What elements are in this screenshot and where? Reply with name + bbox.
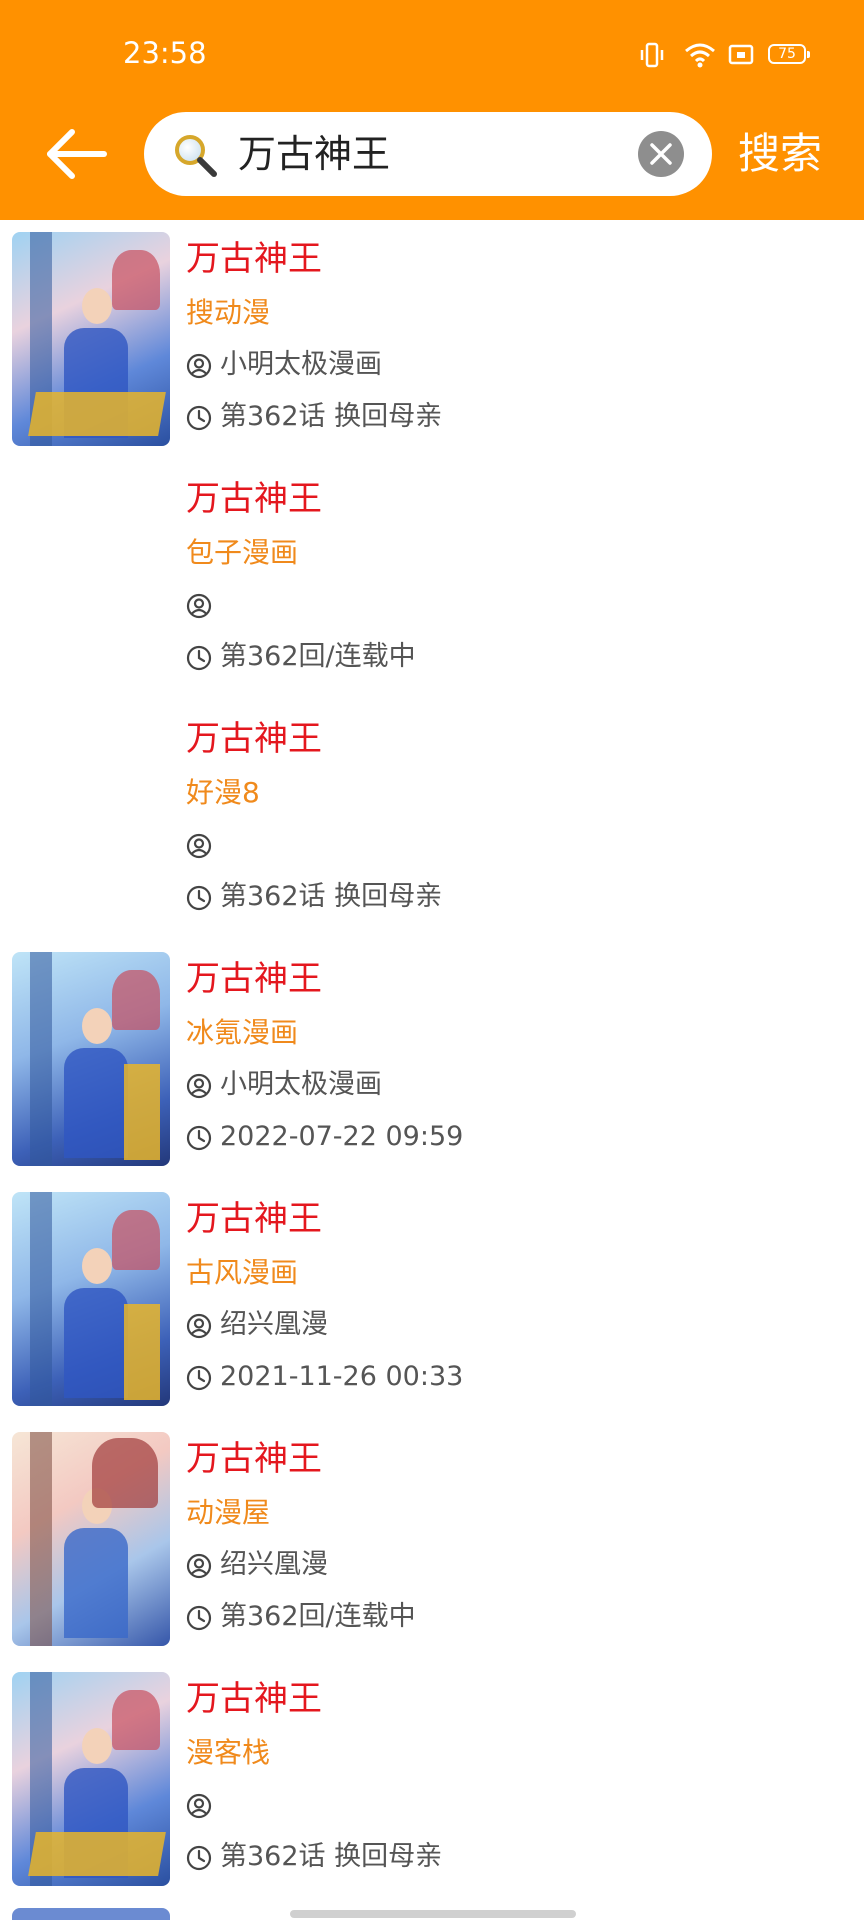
user-icon [186, 833, 212, 859]
clock-icon [186, 1365, 212, 1391]
result-item[interactable]: 万古神王 动漫屋 绍兴凰漫 第362回/连载中 [0, 1420, 864, 1660]
comic-cover-image[interactable] [12, 1432, 170, 1646]
comic-cover-image[interactable] [12, 1192, 170, 1406]
clock-icon [186, 885, 212, 911]
status-time: 23:58 [123, 36, 207, 70]
source-name: 冰氪漫画 [186, 1016, 299, 1049]
result-item[interactable]: 万古神王 搜动漫 小明太极漫画 第362话 换回母亲 [0, 220, 864, 460]
comic-cover-image[interactable] [12, 952, 170, 1166]
comic-title[interactable]: 万古神王 [186, 1196, 322, 1242]
clock-icon [186, 1605, 212, 1631]
source-name: 动漫屋 [186, 1496, 271, 1529]
close-icon [650, 143, 672, 165]
comic-cover-image[interactable] [12, 1672, 170, 1886]
latest-update: 2022-07-22 09:59 [220, 1121, 464, 1152]
source-name: 漫客栈 [186, 1736, 271, 1769]
user-icon [186, 353, 212, 379]
comic-title[interactable]: 万古神王 [186, 1676, 322, 1722]
clock-icon [186, 1125, 212, 1151]
result-item[interactable]: 万古神王 冰氪漫画 小明太极漫画 2022-07-22 09:59 [0, 940, 864, 1180]
latest-update: 2021-11-26 00:33 [220, 1361, 464, 1392]
search-box [144, 112, 712, 196]
clock-icon [186, 645, 212, 671]
latest-update: 第362话 换回母亲 [220, 401, 443, 432]
next-item-cover-peek [12, 1908, 170, 1920]
back-arrow-icon [47, 129, 107, 179]
result-item[interactable]: 万古神王 古风漫画 绍兴凰漫 2021-11-26 00:33 [0, 1180, 864, 1420]
clock-icon [186, 405, 212, 431]
user-icon [186, 1073, 212, 1099]
source-name: 古风漫画 [186, 1256, 299, 1289]
latest-update: 第362回/连载中 [220, 641, 416, 672]
user-icon [186, 1313, 212, 1339]
search-button[interactable]: 搜索 [738, 124, 822, 184]
author-name: 绍兴凰漫 [220, 1309, 328, 1340]
comic-title[interactable]: 万古神王 [186, 476, 322, 522]
user-icon [186, 1553, 212, 1579]
comic-title[interactable]: 万古神王 [186, 236, 322, 282]
author-name: 绍兴凰漫 [220, 1549, 328, 1580]
vibrate-icon [640, 42, 664, 68]
search-input[interactable] [238, 112, 638, 196]
app-header: 23:58 75 万古神王 搜索 [0, 0, 864, 220]
search-results-list: 万古神王 搜动漫 小明太极漫画 第362话 换回母亲 万古神王 包子漫画 第36… [0, 220, 864, 1900]
result-item[interactable]: 万古神王 好漫8 第362话 换回母亲 [0, 700, 864, 940]
comic-title[interactable]: 万古神王 [186, 716, 322, 762]
battery-icon: 75 [768, 44, 810, 64]
comic-cover-image[interactable] [12, 232, 170, 446]
user-icon [186, 593, 212, 619]
back-button[interactable] [44, 124, 110, 184]
result-item[interactable]: 万古神王 包子漫画 第362回/连载中 [0, 460, 864, 700]
result-item[interactable]: 万古神王 漫客栈 第362话 换回母亲 [0, 1660, 864, 1900]
author-name: 小明太极漫画 [220, 1069, 382, 1100]
source-name: 包子漫画 [186, 536, 299, 569]
source-name: 好漫8 [186, 776, 260, 809]
author-name: 小明太极漫画 [220, 349, 382, 380]
user-icon [186, 1793, 212, 1819]
search-icon [175, 135, 217, 177]
latest-update: 第362话 换回母亲 [220, 1841, 443, 1872]
comic-title[interactable]: 万古神王 [186, 1436, 322, 1482]
screen-cast-icon [728, 44, 754, 65]
wifi-icon [685, 43, 715, 68]
gesture-bar [290, 1910, 576, 1918]
source-name: 搜动漫 [186, 296, 271, 329]
latest-update: 第362回/连载中 [220, 1601, 416, 1632]
comic-title[interactable]: 万古神王 [186, 956, 322, 1002]
clear-search-button[interactable] [638, 131, 684, 177]
clock-icon [186, 1845, 212, 1871]
latest-update: 第362话 换回母亲 [220, 881, 443, 912]
